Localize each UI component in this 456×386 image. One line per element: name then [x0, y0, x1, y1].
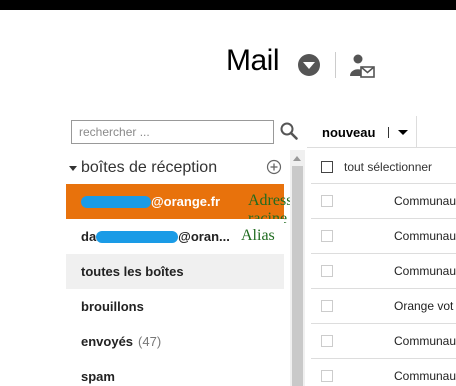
mail-checkbox[interactable] [321, 300, 333, 312]
folder-list: @orange.fr Adresse racine da @oran... Al… [66, 184, 300, 386]
folder-item-prefix: da [81, 229, 97, 244]
folder-count: (47) [138, 334, 162, 349]
chevron-down-circle-icon[interactable] [298, 54, 320, 76]
mail-sender: Communau [394, 229, 456, 243]
folder-item-sent[interactable]: envoyés (47) [66, 324, 284, 359]
scroll-thumb[interactable] [292, 166, 303, 386]
contacts-mail-icon[interactable] [348, 52, 376, 80]
folder-scrollbar[interactable] [290, 150, 305, 386]
new-mail-label: nouveau [322, 124, 376, 140]
folders-title: boîtes de réception [81, 159, 218, 176]
folder-item-label: @orange.fr [151, 194, 221, 209]
search-input[interactable] [71, 120, 274, 144]
search-icon[interactable] [279, 121, 299, 141]
select-all-label: tout sélectionner [344, 159, 433, 174]
mail-row[interactable]: Communau [311, 324, 456, 359]
redaction-mark [96, 231, 178, 243]
mail-checkbox[interactable] [321, 230, 333, 242]
mail-sender: Communau [394, 194, 456, 208]
new-mail-button[interactable]: nouveau [308, 116, 417, 148]
mail-checkbox[interactable] [321, 195, 333, 207]
mail-toolbar: nouveau [307, 116, 456, 148]
folder-item-label: toutes les boîtes [81, 264, 184, 279]
folders-header[interactable]: boîtes de réception [66, 157, 288, 181]
collapse-caret-icon[interactable] [69, 166, 77, 171]
header-divider [335, 52, 336, 78]
folder-item-label: spam [81, 369, 115, 384]
mail-row[interactable]: Communau [311, 254, 456, 289]
folder-item-label: brouillons [81, 299, 144, 314]
add-mailbox-icon[interactable] [266, 159, 282, 175]
annotation-label: Alias [241, 227, 275, 244]
folder-item-drafts[interactable]: brouillons [66, 289, 284, 324]
mail-checkbox[interactable] [321, 265, 333, 277]
folder-item-all-boxes[interactable]: toutes les boîtes [66, 254, 284, 289]
mail-row[interactable]: Communau [311, 219, 456, 254]
app-title: Mail [226, 44, 280, 77]
mail-checkbox[interactable] [321, 370, 333, 382]
mail-sender: Communau [394, 334, 456, 348]
mail-sender: Communau [394, 369, 456, 383]
folder-item-spam[interactable]: spam [66, 359, 284, 386]
folder-item-alias-inbox[interactable]: da @oran... Alias [66, 219, 284, 254]
redaction-mark [81, 196, 151, 208]
folder-item-root-inbox[interactable]: @orange.fr Adresse racine [66, 184, 300, 227]
top-bar [0, 0, 456, 10]
mail-sender: Orange vot [394, 299, 454, 313]
chevron-down-icon[interactable] [398, 130, 408, 135]
scroll-up-icon[interactable] [293, 156, 301, 161]
mail-row[interactable]: Orange vot [311, 289, 456, 324]
new-button-divider [388, 127, 389, 138]
select-all-row[interactable]: tout sélectionner [311, 150, 456, 184]
mail-row[interactable]: Communau [311, 359, 456, 386]
mail-list: tout sélectionner Communau Communau Comm… [311, 150, 456, 386]
folder-item-label: envoyés [81, 334, 134, 349]
mail-sender: Communau [394, 264, 456, 278]
mail-row[interactable]: Communau [311, 184, 456, 219]
folder-item-label: @oran... [178, 229, 230, 244]
select-all-checkbox[interactable] [321, 160, 333, 173]
mail-checkbox[interactable] [321, 335, 333, 347]
